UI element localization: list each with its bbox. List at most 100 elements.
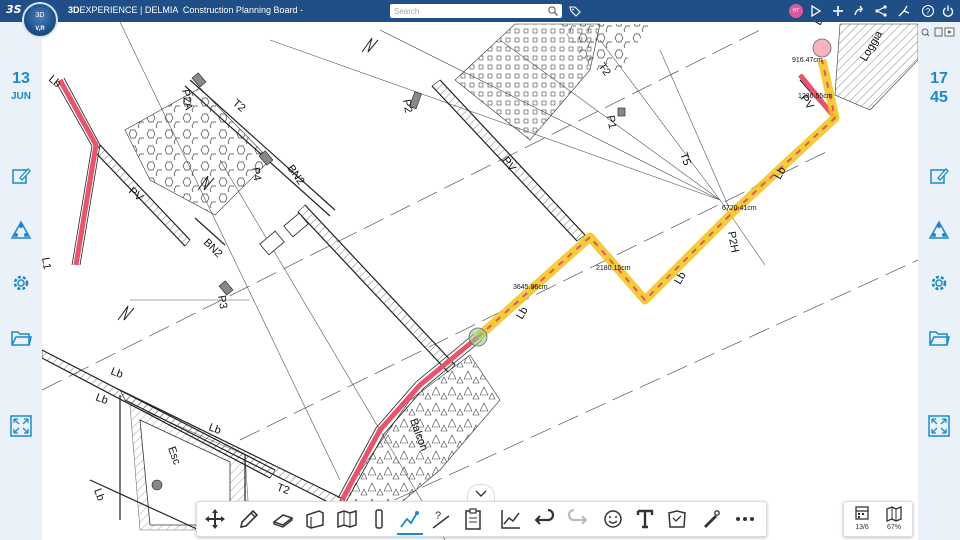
zoom-value: 67%	[886, 524, 901, 531]
expand-icon[interactable]	[928, 415, 950, 437]
share-icon[interactable]	[852, 4, 866, 18]
folder-open-icon[interactable]	[928, 327, 950, 349]
compass-bottom-label: V,R	[35, 26, 45, 32]
chart-tool[interactable]	[499, 507, 523, 531]
measure-tool[interactable]: ?	[429, 507, 453, 531]
date-month: JUN	[10, 91, 31, 102]
emoji-tool[interactable]	[601, 507, 625, 531]
undo-button[interactable]	[533, 507, 557, 531]
hierarchy-icon[interactable]	[928, 220, 950, 242]
column-icon	[375, 509, 383, 529]
label-p1: P1	[604, 114, 618, 129]
app-title: 3DEXPERIENCE | DELMIA Construction Plann…	[68, 5, 303, 15]
network-icon[interactable]	[874, 4, 888, 18]
brush-icon	[704, 510, 720, 528]
smiley-icon	[604, 510, 622, 528]
label-l1: L1	[42, 256, 53, 270]
label-t2-1: T2	[230, 97, 248, 114]
avatar[interactable]: HT	[789, 4, 803, 18]
brand-bold: 3D	[68, 5, 80, 15]
map-icon	[337, 509, 357, 529]
brush-tool[interactable]	[699, 507, 723, 531]
label-p2h: P2H	[725, 230, 741, 253]
label-lb-3: Lb	[94, 392, 110, 407]
panel-icon	[306, 510, 324, 529]
zoom-button[interactable]: 67%	[879, 504, 909, 534]
pencil-tool[interactable]	[237, 507, 261, 531]
label-p3: P3	[215, 294, 229, 309]
active-tool-indicator	[397, 533, 423, 535]
label-p2: P2	[400, 98, 414, 113]
svg-text:?: ?	[926, 7, 931, 16]
sticker-tool[interactable]	[665, 507, 689, 531]
search-input[interactable]	[394, 5, 542, 17]
label-lb-9: Lb	[812, 22, 829, 27]
add-icon[interactable]	[831, 4, 845, 18]
floor-plan-drawing: Lb P2A T2 P4 BN2 PV BN2 P3 L1 P2 PV P1 T…	[42, 22, 918, 540]
more-button[interactable]	[733, 507, 757, 531]
label-lb-5: Lb	[91, 487, 106, 503]
tools-icon[interactable]	[897, 4, 911, 18]
clipboard-icon	[465, 508, 481, 530]
edit-note-icon[interactable]	[928, 165, 950, 187]
redo-icon	[567, 508, 588, 525]
search-icon[interactable]	[547, 5, 559, 17]
status-box: 13/6 67%	[843, 501, 913, 537]
compass-top-label: 3D	[35, 12, 45, 19]
help-icon[interactable]: ?	[921, 4, 935, 18]
right-panel: 17 45	[918, 22, 960, 540]
compass-button[interactable]: 3D V,R	[22, 2, 58, 38]
clipboard-tool[interactable]	[461, 507, 485, 531]
path-tool-icon	[400, 511, 419, 528]
redo-button[interactable]	[565, 507, 589, 531]
settings-gear-icon[interactable]	[10, 272, 32, 294]
search-box[interactable]	[390, 4, 562, 18]
path-tool[interactable]	[397, 507, 421, 531]
power-icon[interactable]	[941, 4, 955, 18]
move-arrows-icon	[205, 509, 225, 529]
pencil-icon	[239, 509, 259, 529]
tag-icon[interactable]	[568, 4, 582, 18]
brand-rest: EXPERIENCE | DELMIA	[79, 5, 178, 15]
calendar-value: 13/6	[855, 524, 869, 531]
label-t2-3: T2	[275, 482, 291, 498]
settings-gear-icon[interactable]	[928, 272, 950, 294]
app-name: Construction Planning Board -	[182, 5, 303, 15]
panel-tool[interactable]	[303, 507, 327, 531]
measure-label-1: 916.47cm	[792, 57, 823, 64]
sticker-icon	[668, 510, 686, 528]
eraser-tool[interactable]	[271, 507, 295, 531]
folder-open-icon[interactable]	[10, 327, 32, 349]
undo-icon	[534, 508, 555, 525]
label-p4: P4	[249, 166, 263, 181]
text-icon	[636, 509, 654, 529]
map-tool[interactable]	[335, 507, 359, 531]
measure-question-icon: ?	[432, 510, 450, 529]
measure-label-5: 3645.86cm	[513, 284, 548, 291]
collaboration-icon[interactable]	[809, 4, 823, 18]
date-day: 13	[12, 70, 30, 87]
floor-plan-canvas[interactable]: Lb P2A T2 P4 BN2 PV BN2 P3 L1 P2 PV P1 T…	[42, 22, 918, 540]
top-bar: 3S 3DEXPERIENCE | DELMIA Construction Pl…	[0, 0, 960, 22]
calendar-button[interactable]: 13/6	[847, 504, 877, 534]
time-minute: 45	[930, 89, 948, 106]
bottom-toolbar: ?	[196, 501, 767, 537]
measure-label-3: 6720.41cm	[722, 205, 757, 212]
edit-note-icon[interactable]	[10, 165, 32, 187]
measure-label-4: 2180.15cm	[596, 265, 631, 272]
label-t5: T5	[677, 151, 693, 167]
more-dots-icon	[736, 517, 754, 521]
dassault-logo: 3S	[6, 3, 22, 16]
hierarchy-icon[interactable]	[10, 220, 32, 242]
calendar-icon	[855, 506, 869, 520]
column-tool[interactable]	[367, 507, 391, 531]
view-controls[interactable]	[918, 26, 960, 38]
line-chart-icon	[501, 510, 520, 529]
expand-icon[interactable]	[10, 415, 32, 437]
svg-text:?: ?	[435, 510, 441, 522]
label-bn2-2: BN2	[201, 237, 225, 261]
text-tool[interactable]	[633, 507, 657, 531]
label-bn2-1: BN2	[285, 163, 307, 187]
move-tool[interactable]	[203, 507, 227, 531]
label-lb-2: Lb	[109, 366, 125, 381]
